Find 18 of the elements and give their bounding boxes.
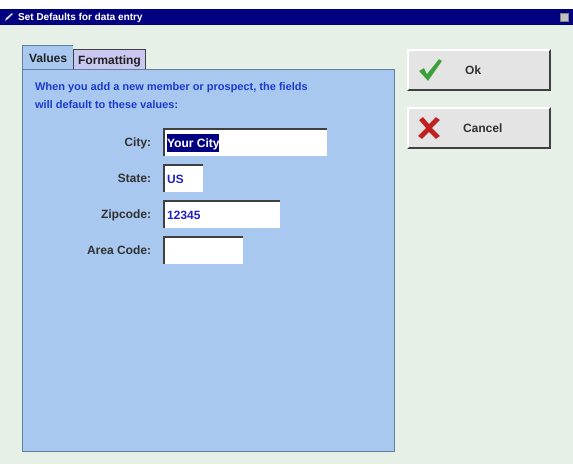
pencil-icon xyxy=(4,12,14,22)
input-field[interactable]: Your City xyxy=(163,128,327,156)
checkmark-icon xyxy=(417,58,443,82)
intro-text: When you add a new member or prospect, the fields will default to these values: xyxy=(35,80,309,113)
input-field[interactable]: 12345 xyxy=(163,200,280,228)
field-label: State: xyxy=(116,170,151,187)
field-label: City: xyxy=(123,134,151,151)
cancel-button[interactable]: Cancel xyxy=(407,107,551,149)
input-field[interactable] xyxy=(163,236,243,264)
window-title: Set Defaults for data entry xyxy=(18,10,144,24)
field-label: Area Code: xyxy=(86,242,151,259)
tab[interactable]: Values xyxy=(22,45,74,69)
close-icon[interactable] xyxy=(560,12,569,22)
field-label: Zipcode: xyxy=(100,206,151,223)
cross-icon xyxy=(417,116,441,140)
ok-button[interactable]: Ok xyxy=(407,49,551,91)
tab[interactable]: Formatting xyxy=(73,49,146,69)
input-field[interactable]: US xyxy=(163,164,203,192)
